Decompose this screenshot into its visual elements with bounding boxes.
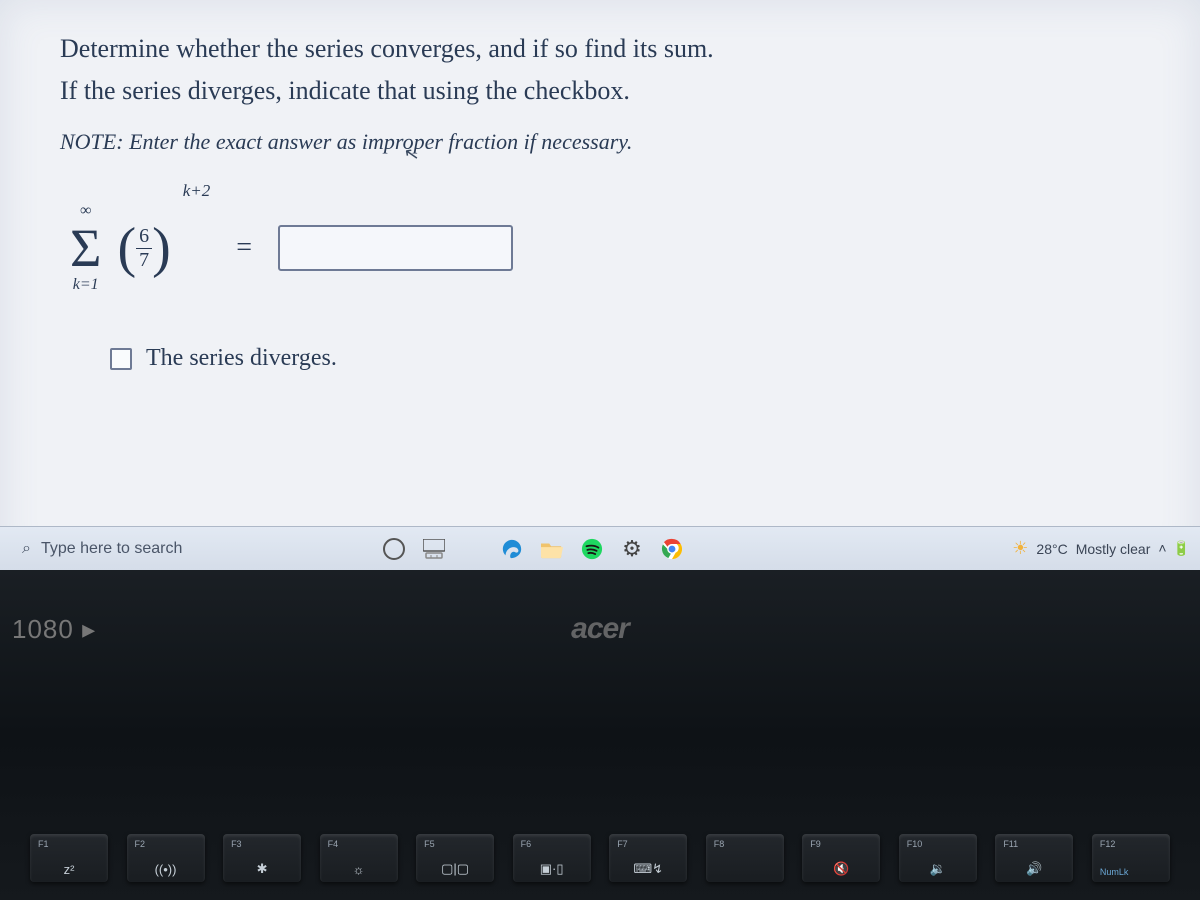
equals-sign: = — [236, 232, 252, 264]
diverges-label: The series diverges. — [146, 345, 337, 372]
answer-input[interactable] — [278, 225, 513, 271]
laptop-bezel: 1080 ▸ acer F1 z² F2 ((•)) F3 ✱ F4 ☼ F5 ▢|▢ F… — [0, 570, 1200, 900]
sigma-block: ∞ Σ k=1 — [70, 203, 101, 293]
battery-icon[interactable]: 🔋 — [1173, 540, 1190, 557]
key-label: F4 — [328, 839, 339, 849]
spotify-button[interactable] — [576, 533, 608, 565]
chrome-icon — [661, 538, 683, 560]
fraction-numerator: 6 — [136, 225, 152, 249]
gear-icon: ⚙ — [622, 539, 642, 559]
task-view-icon — [423, 539, 445, 559]
key-symbol: z² — [64, 862, 75, 877]
f2-key[interactable]: F2 ((•)) — [127, 834, 205, 882]
open-paren: ( — [117, 226, 136, 271]
edge-button[interactable] — [496, 533, 528, 565]
key-label: F10 — [907, 839, 923, 849]
key-symbol: ((•)) — [155, 862, 177, 877]
key-symbol: 🔊 — [1026, 861, 1042, 877]
task-view-button[interactable] — [418, 533, 450, 565]
f12-key[interactable]: F12 NumLk — [1092, 834, 1170, 882]
f6-key[interactable]: F6 ▣·▯ — [513, 834, 591, 882]
sigma-upper-bound: ∞ — [80, 203, 91, 219]
key-symbol: 🔇 — [833, 861, 849, 877]
settings-button[interactable]: ⚙ — [616, 533, 648, 565]
cortana-button[interactable] — [378, 533, 410, 565]
key-symbol: ⌨↯ — [633, 861, 663, 877]
chrome-button[interactable] — [656, 533, 688, 565]
sigma-lower-bound: k=1 — [73, 277, 99, 293]
key-symbol: 🔉 — [930, 861, 946, 877]
question-content: Determine whether the series converges, … — [0, 0, 1200, 372]
weather-temp[interactable]: 28°C — [1036, 541, 1067, 557]
f8-key[interactable]: F8 — [706, 834, 784, 882]
fraction-denominator: 7 — [136, 249, 152, 272]
question-note: NOTE: Enter the exact answer as improper… — [60, 129, 1140, 155]
folder-icon — [541, 539, 563, 559]
brand-logo: acer — [571, 612, 629, 646]
diverges-checkbox[interactable] — [110, 348, 132, 370]
f4-key[interactable]: F4 ☼ — [320, 834, 398, 882]
key-label: F2 — [135, 839, 146, 849]
edge-icon — [501, 538, 523, 560]
f3-key[interactable]: F3 ✱ — [223, 834, 301, 882]
f7-key[interactable]: F7 ⌨↯ — [609, 834, 687, 882]
key-symbol: ✱ — [257, 861, 268, 877]
function-key-row: F1 z² F2 ((•)) F3 ✱ F4 ☼ F5 ▢|▢ F6 ▣·▯ F7 ⌨↯ F8… — [0, 834, 1200, 882]
fraction: 6 7 — [136, 225, 152, 272]
system-tray[interactable]: ˄ 🔋 — [1158, 540, 1190, 557]
file-explorer-button[interactable] — [536, 533, 568, 565]
key-label: F7 — [617, 839, 628, 849]
note-body: Enter the exact answer as improper fract… — [129, 129, 632, 154]
key-label: F1 — [38, 839, 49, 849]
series-expression: ∞ Σ k=1 ( 6 7 ) k+2 = — [70, 203, 1140, 293]
exponent: k+2 — [183, 181, 211, 201]
windows-taskbar: ⌕ Type here to search ⚙ — [0, 526, 1200, 570]
key-label: F8 — [714, 839, 725, 849]
taskbar-right: ☀ 28°C Mostly clear ˄ 🔋 — [1012, 538, 1190, 559]
cortana-icon — [383, 538, 405, 560]
key-label: F9 — [810, 839, 821, 849]
sigma-symbol: Σ — [70, 221, 101, 275]
key-symbol: ▣·▯ — [540, 861, 564, 877]
spotify-icon — [581, 538, 603, 560]
close-paren: ) — [152, 226, 171, 271]
base-fraction: ( 6 7 ) — [117, 225, 170, 272]
diverges-row: The series diverges. — [110, 345, 1140, 372]
key-label: F11 — [1003, 839, 1018, 849]
key-symbol: ☼ — [353, 862, 365, 877]
key-label: F6 — [521, 839, 532, 849]
key-symbol: ▢|▢ — [441, 861, 469, 877]
search-icon: ⌕ — [22, 540, 31, 558]
key-label: F12 — [1100, 839, 1116, 849]
model-badge: 1080 ▸ — [4, 612, 104, 647]
f5-key[interactable]: F5 ▢|▢ — [416, 834, 494, 882]
systray-caret-icon[interactable]: ˄ — [1158, 540, 1166, 557]
question-line-1: Determine whether the series converges, … — [60, 28, 1140, 70]
search-placeholder: Type here to search — [41, 540, 182, 558]
key-label: F5 — [424, 839, 435, 849]
f10-key[interactable]: F10 🔉 — [899, 834, 977, 882]
weather-desc[interactable]: Mostly clear — [1076, 541, 1151, 557]
key-blue-label: NumLk — [1100, 867, 1129, 877]
key-label: F3 — [231, 839, 242, 849]
note-prefix: NOTE: — [60, 129, 124, 154]
f9-key[interactable]: F9 🔇 — [802, 834, 880, 882]
f1-key[interactable]: F1 z² — [30, 834, 108, 882]
question-line-2: If the series diverges, indicate that us… — [60, 70, 1140, 112]
taskbar-search[interactable]: ⌕ Type here to search — [10, 531, 370, 567]
screen-area: Determine whether the series converges, … — [0, 0, 1200, 570]
weather-icon: ☀ — [1012, 538, 1028, 559]
f11-key[interactable]: F11 🔊 — [995, 834, 1073, 882]
